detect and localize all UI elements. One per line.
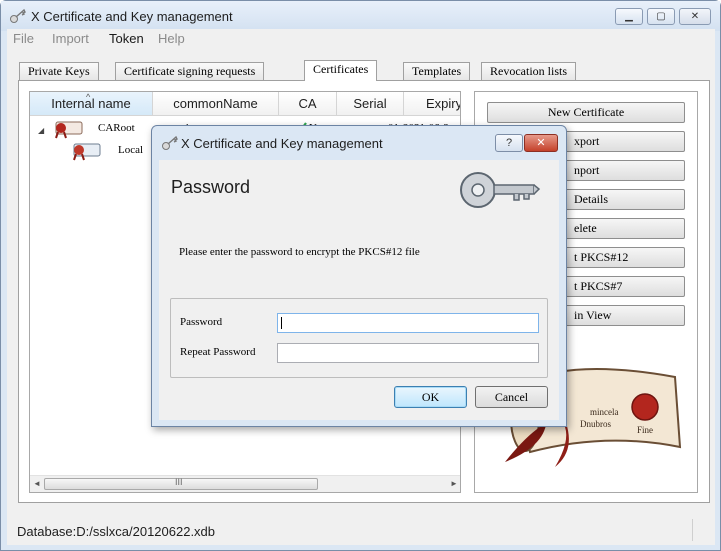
column-expiry[interactable]: Expiry — [404, 92, 460, 116]
ok-button[interactable]: OK — [394, 386, 467, 408]
title-bar[interactable]: X Certificate and Key management ▁ ▢ ✕ — [1, 1, 720, 31]
key-app-icon — [162, 135, 178, 150]
scroll-thumb[interactable]: III — [44, 477, 318, 490]
tab-private-keys[interactable]: Private Keys — [19, 62, 99, 80]
password-fields-group: Password Repeat Password — [170, 298, 548, 378]
svg-text:mincela: mincela — [590, 407, 619, 417]
dialog-title-bar[interactable]: X Certificate and Key management ? ✕ — [152, 126, 566, 160]
new-certificate-button[interactable]: New Certificate — [487, 102, 685, 123]
close-button[interactable]: ✕ — [679, 8, 711, 25]
svg-text:Fine: Fine — [637, 425, 653, 435]
maximize-button[interactable]: ▢ — [647, 8, 675, 25]
database-status: Database:D:/sslxca/20120622.xdb — [17, 524, 216, 539]
dialog-description: Please enter the password to encrypt the… — [179, 246, 420, 258]
scroll-right-icon[interactable]: ► — [450, 479, 458, 488]
tab-certificates[interactable]: Certificates — [304, 60, 378, 81]
repeat-password-label: Repeat Password — [180, 346, 256, 358]
certificate-icon — [55, 121, 83, 139]
sort-asc-icon: ^ — [86, 92, 91, 102]
row-internal-name: Local — [118, 144, 144, 156]
tab-csr[interactable]: Certificate signing requests — [115, 62, 265, 80]
column-common-name[interactable]: commonName — [153, 92, 279, 116]
text-caret — [281, 317, 282, 329]
menu-file[interactable]: File — [13, 31, 34, 46]
certificate-icon — [73, 143, 101, 161]
tab-templates[interactable]: Templates — [403, 62, 471, 80]
key-app-icon — [10, 8, 26, 23]
menu-help[interactable]: Help — [158, 31, 185, 46]
menu-bar: File Import Token Help — [7, 29, 715, 49]
repeat-password-input[interactable] — [277, 343, 539, 363]
horizontal-scrollbar[interactable]: ◄ III ► — [30, 475, 460, 492]
cancel-button[interactable]: Cancel — [475, 386, 548, 408]
password-label: Password — [180, 316, 223, 328]
password-input[interactable] — [277, 313, 539, 333]
dialog-body: Password Please enter the password to en… — [159, 160, 559, 420]
minimize-button[interactable]: ▁ — [615, 8, 643, 25]
collapse-arrow-icon[interactable]: ◢ — [38, 126, 44, 135]
dialog-heading: Password — [171, 177, 251, 197]
column-ca[interactable]: CA — [279, 92, 337, 116]
column-serial[interactable]: Serial — [337, 92, 404, 116]
dialog-title: X Certificate and Key management — [181, 136, 383, 151]
status-separator — [692, 519, 693, 541]
password-dialog: X Certificate and Key management ? ✕ Pas… — [151, 125, 567, 427]
column-internal-name[interactable]: ^ Internal name — [30, 92, 153, 116]
row-internal-name: CARoot — [98, 122, 135, 134]
menu-import[interactable]: Import — [52, 31, 89, 46]
scroll-left-icon[interactable]: ◄ — [33, 479, 41, 488]
window-title: X Certificate and Key management — [31, 9, 233, 24]
help-button[interactable]: ? — [495, 134, 523, 152]
key-icon — [460, 172, 541, 208]
svg-text:Dnubros: Dnubros — [580, 419, 611, 429]
tab-revocation-lists[interactable]: Revocation lists — [481, 62, 576, 80]
scroll-grip-icon: III — [175, 477, 183, 487]
menu-token[interactable]: Token — [109, 31, 144, 46]
dialog-close-button[interactable]: ✕ — [524, 134, 558, 152]
